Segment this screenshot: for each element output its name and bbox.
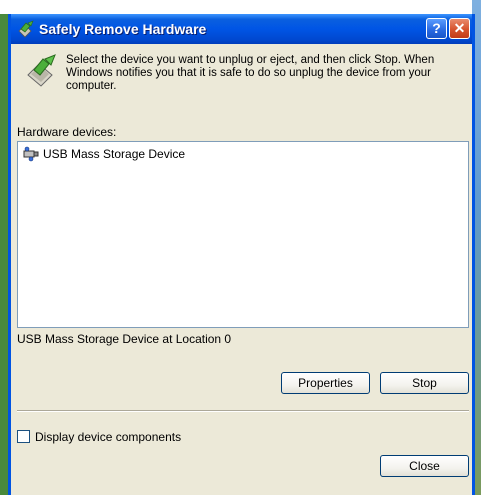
safely-remove-hardware-icon xyxy=(18,20,34,38)
hardware-devices-list[interactable]: USB Mass Storage Device xyxy=(17,141,469,328)
display-device-components-label[interactable]: Display device components xyxy=(35,430,181,444)
help-button[interactable]: ? xyxy=(426,18,447,39)
hardware-devices-label: Hardware devices: xyxy=(17,125,117,139)
window-title: Safely Remove Hardware xyxy=(39,21,207,37)
separator xyxy=(17,410,469,412)
desktop-background-top xyxy=(0,0,481,14)
close-button[interactable]: Close xyxy=(380,455,469,477)
title-close-button[interactable]: ✕ xyxy=(449,18,470,39)
display-device-components-checkbox[interactable] xyxy=(17,430,30,443)
stop-button[interactable]: Stop xyxy=(380,372,469,394)
safely-remove-hardware-dialog: Safely Remove Hardware ? ✕ Select the de… xyxy=(8,14,475,495)
device-label: USB Mass Storage Device xyxy=(43,147,186,161)
instructions-text: Select the device you want to unplug or … xyxy=(66,54,435,92)
device-location-text: USB Mass Storage Device at Location 0 xyxy=(17,332,232,346)
safely-remove-hardware-icon xyxy=(27,54,56,87)
usb-device-icon xyxy=(23,146,39,162)
properties-button[interactable]: Properties xyxy=(281,372,370,394)
title-bar[interactable]: Safely Remove Hardware ? ✕ xyxy=(11,14,472,44)
